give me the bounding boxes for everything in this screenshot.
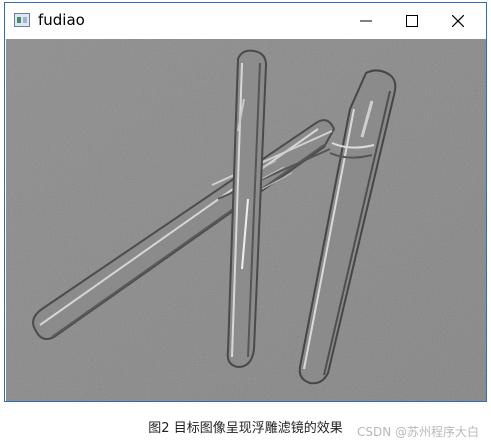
close-button[interactable] — [435, 3, 481, 39]
app-window: fudiao — [4, 2, 487, 402]
embossed-image-svg — [6, 39, 486, 401]
maximize-button[interactable] — [389, 3, 435, 39]
maximize-icon — [406, 15, 418, 27]
watermark-text: CSDN @苏州程序大白 — [356, 425, 479, 439]
minimize-icon — [360, 15, 372, 27]
title-bar[interactable]: fudiao — [5, 3, 486, 39]
close-icon — [452, 15, 464, 27]
app-window-icon — [14, 13, 30, 27]
embossed-pens-image — [6, 39, 486, 401]
minimize-button[interactable] — [343, 3, 389, 39]
window-title: fudiao — [38, 11, 85, 29]
